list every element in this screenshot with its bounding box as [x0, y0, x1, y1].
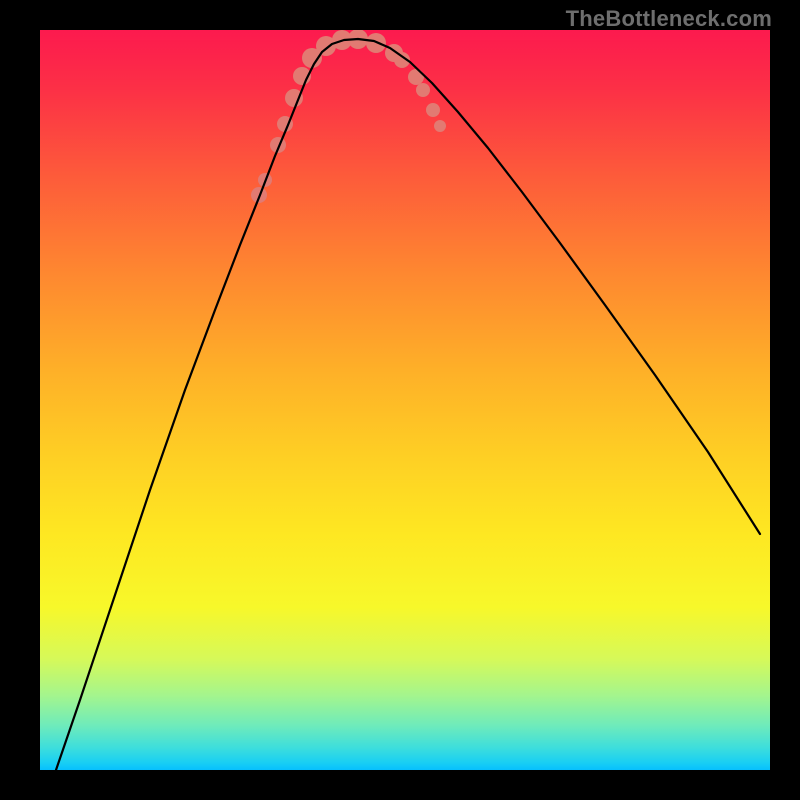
highlight-dot: [426, 103, 440, 117]
highlight-dot: [416, 83, 430, 97]
bottleneck-curve: [56, 39, 760, 770]
highlight-dots-group: [251, 30, 446, 203]
chart-svg: [40, 30, 770, 770]
highlight-dot: [434, 120, 446, 132]
highlight-dot: [408, 69, 424, 85]
watermark-text: TheBottleneck.com: [566, 6, 772, 32]
chart-frame: TheBottleneck.com: [0, 0, 800, 800]
